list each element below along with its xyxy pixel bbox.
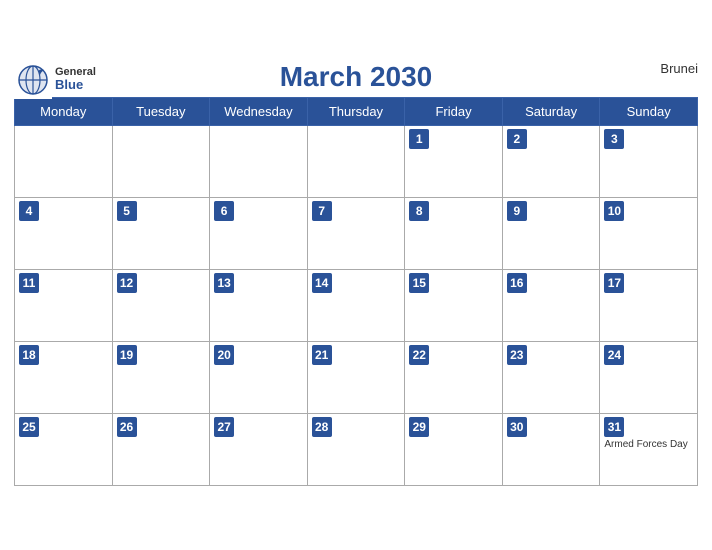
calendar-cell: 20 [210, 341, 308, 413]
calendar-week-row-4: 18 19 20 21 22 23 24 [15, 341, 698, 413]
day-number: 4 [19, 201, 39, 221]
header-saturday: Saturday [502, 97, 600, 125]
header-tuesday: Tuesday [112, 97, 210, 125]
calendar-cell: 8 [405, 197, 503, 269]
calendar-grid: Monday Tuesday Wednesday Thursday Friday… [14, 97, 698, 486]
calendar-cell: 2 [502, 125, 600, 197]
calendar-cell: 28 [307, 413, 405, 485]
calendar-cell: 27 [210, 413, 308, 485]
day-number: 20 [214, 345, 234, 365]
calendar-week-row-1: 1 2 3 [15, 125, 698, 197]
day-number: 8 [409, 201, 429, 221]
calendar-header: General Blue March 2030 Brunei [14, 61, 698, 93]
calendar-cell: 17 [600, 269, 698, 341]
day-number: 31 [604, 417, 624, 437]
day-number: 21 [312, 345, 332, 365]
calendar-cell: 9 [502, 197, 600, 269]
day-number: 5 [117, 201, 137, 221]
calendar-cell [210, 125, 308, 197]
calendar-cell: 31 Armed Forces Day [600, 413, 698, 485]
calendar-cell [112, 125, 210, 197]
day-number: 7 [312, 201, 332, 221]
calendar-cell: 18 [15, 341, 113, 413]
brand-blue-text: Blue [55, 78, 96, 92]
calendar-cell: 7 [307, 197, 405, 269]
day-number: 26 [117, 417, 137, 437]
calendar-cell: 24 [600, 341, 698, 413]
day-number: 1 [409, 129, 429, 149]
weekday-header-row: Monday Tuesday Wednesday Thursday Friday… [15, 97, 698, 125]
day-number: 16 [507, 273, 527, 293]
day-number: 10 [604, 201, 624, 221]
calendar-cell: 4 [15, 197, 113, 269]
day-number: 23 [507, 345, 527, 365]
day-number: 15 [409, 273, 429, 293]
calendar-cell: 12 [112, 269, 210, 341]
calendar-cell [15, 125, 113, 197]
calendar-cell: 14 [307, 269, 405, 341]
day-number: 3 [604, 129, 624, 149]
calendar-cell: 10 [600, 197, 698, 269]
calendar-title: March 2030 [14, 61, 698, 93]
calendar-cell: 26 [112, 413, 210, 485]
day-number: 30 [507, 417, 527, 437]
day-number: 29 [409, 417, 429, 437]
day-number: 14 [312, 273, 332, 293]
brand-text: General Blue [55, 66, 96, 92]
calendar-cell: 1 [405, 125, 503, 197]
day-number: 11 [19, 273, 39, 293]
brand-logo-area: General Blue [14, 61, 96, 99]
calendar-cell: 22 [405, 341, 503, 413]
calendar-cell: 5 [112, 197, 210, 269]
calendar-cell: 29 [405, 413, 503, 485]
day-number: 24 [604, 345, 624, 365]
header-sunday: Sunday [600, 97, 698, 125]
calendar-container: General Blue March 2030 Brunei Monday Tu… [0, 51, 712, 500]
header-thursday: Thursday [307, 97, 405, 125]
day-number: 22 [409, 345, 429, 365]
header-monday: Monday [15, 97, 113, 125]
day-number: 28 [312, 417, 332, 437]
calendar-cell: 23 [502, 341, 600, 413]
calendar-cell: 13 [210, 269, 308, 341]
day-number: 17 [604, 273, 624, 293]
calendar-cell: 25 [15, 413, 113, 485]
country-label: Brunei [660, 61, 698, 76]
calendar-week-row-2: 4 5 6 7 8 9 10 [15, 197, 698, 269]
header-friday: Friday [405, 97, 503, 125]
day-number: 25 [19, 417, 39, 437]
general-blue-logo [14, 61, 52, 99]
calendar-cell [307, 125, 405, 197]
calendar-cell: 16 [502, 269, 600, 341]
calendar-cell: 6 [210, 197, 308, 269]
day-number: 2 [507, 129, 527, 149]
day-number: 18 [19, 345, 39, 365]
calendar-cell: 11 [15, 269, 113, 341]
day-number: 27 [214, 417, 234, 437]
day-number: 6 [214, 201, 234, 221]
day-number: 12 [117, 273, 137, 293]
calendar-cell: 15 [405, 269, 503, 341]
day-number: 9 [507, 201, 527, 221]
calendar-week-row-5: 25 26 27 28 29 30 31 Armed Forces Day [15, 413, 698, 485]
calendar-cell: 21 [307, 341, 405, 413]
calendar-cell: 3 [600, 125, 698, 197]
day-number: 19 [117, 345, 137, 365]
event-text: Armed Forces Day [604, 439, 693, 451]
header-wednesday: Wednesday [210, 97, 308, 125]
calendar-cell: 19 [112, 341, 210, 413]
day-number: 13 [214, 273, 234, 293]
calendar-cell: 30 [502, 413, 600, 485]
calendar-week-row-3: 11 12 13 14 15 16 17 [15, 269, 698, 341]
